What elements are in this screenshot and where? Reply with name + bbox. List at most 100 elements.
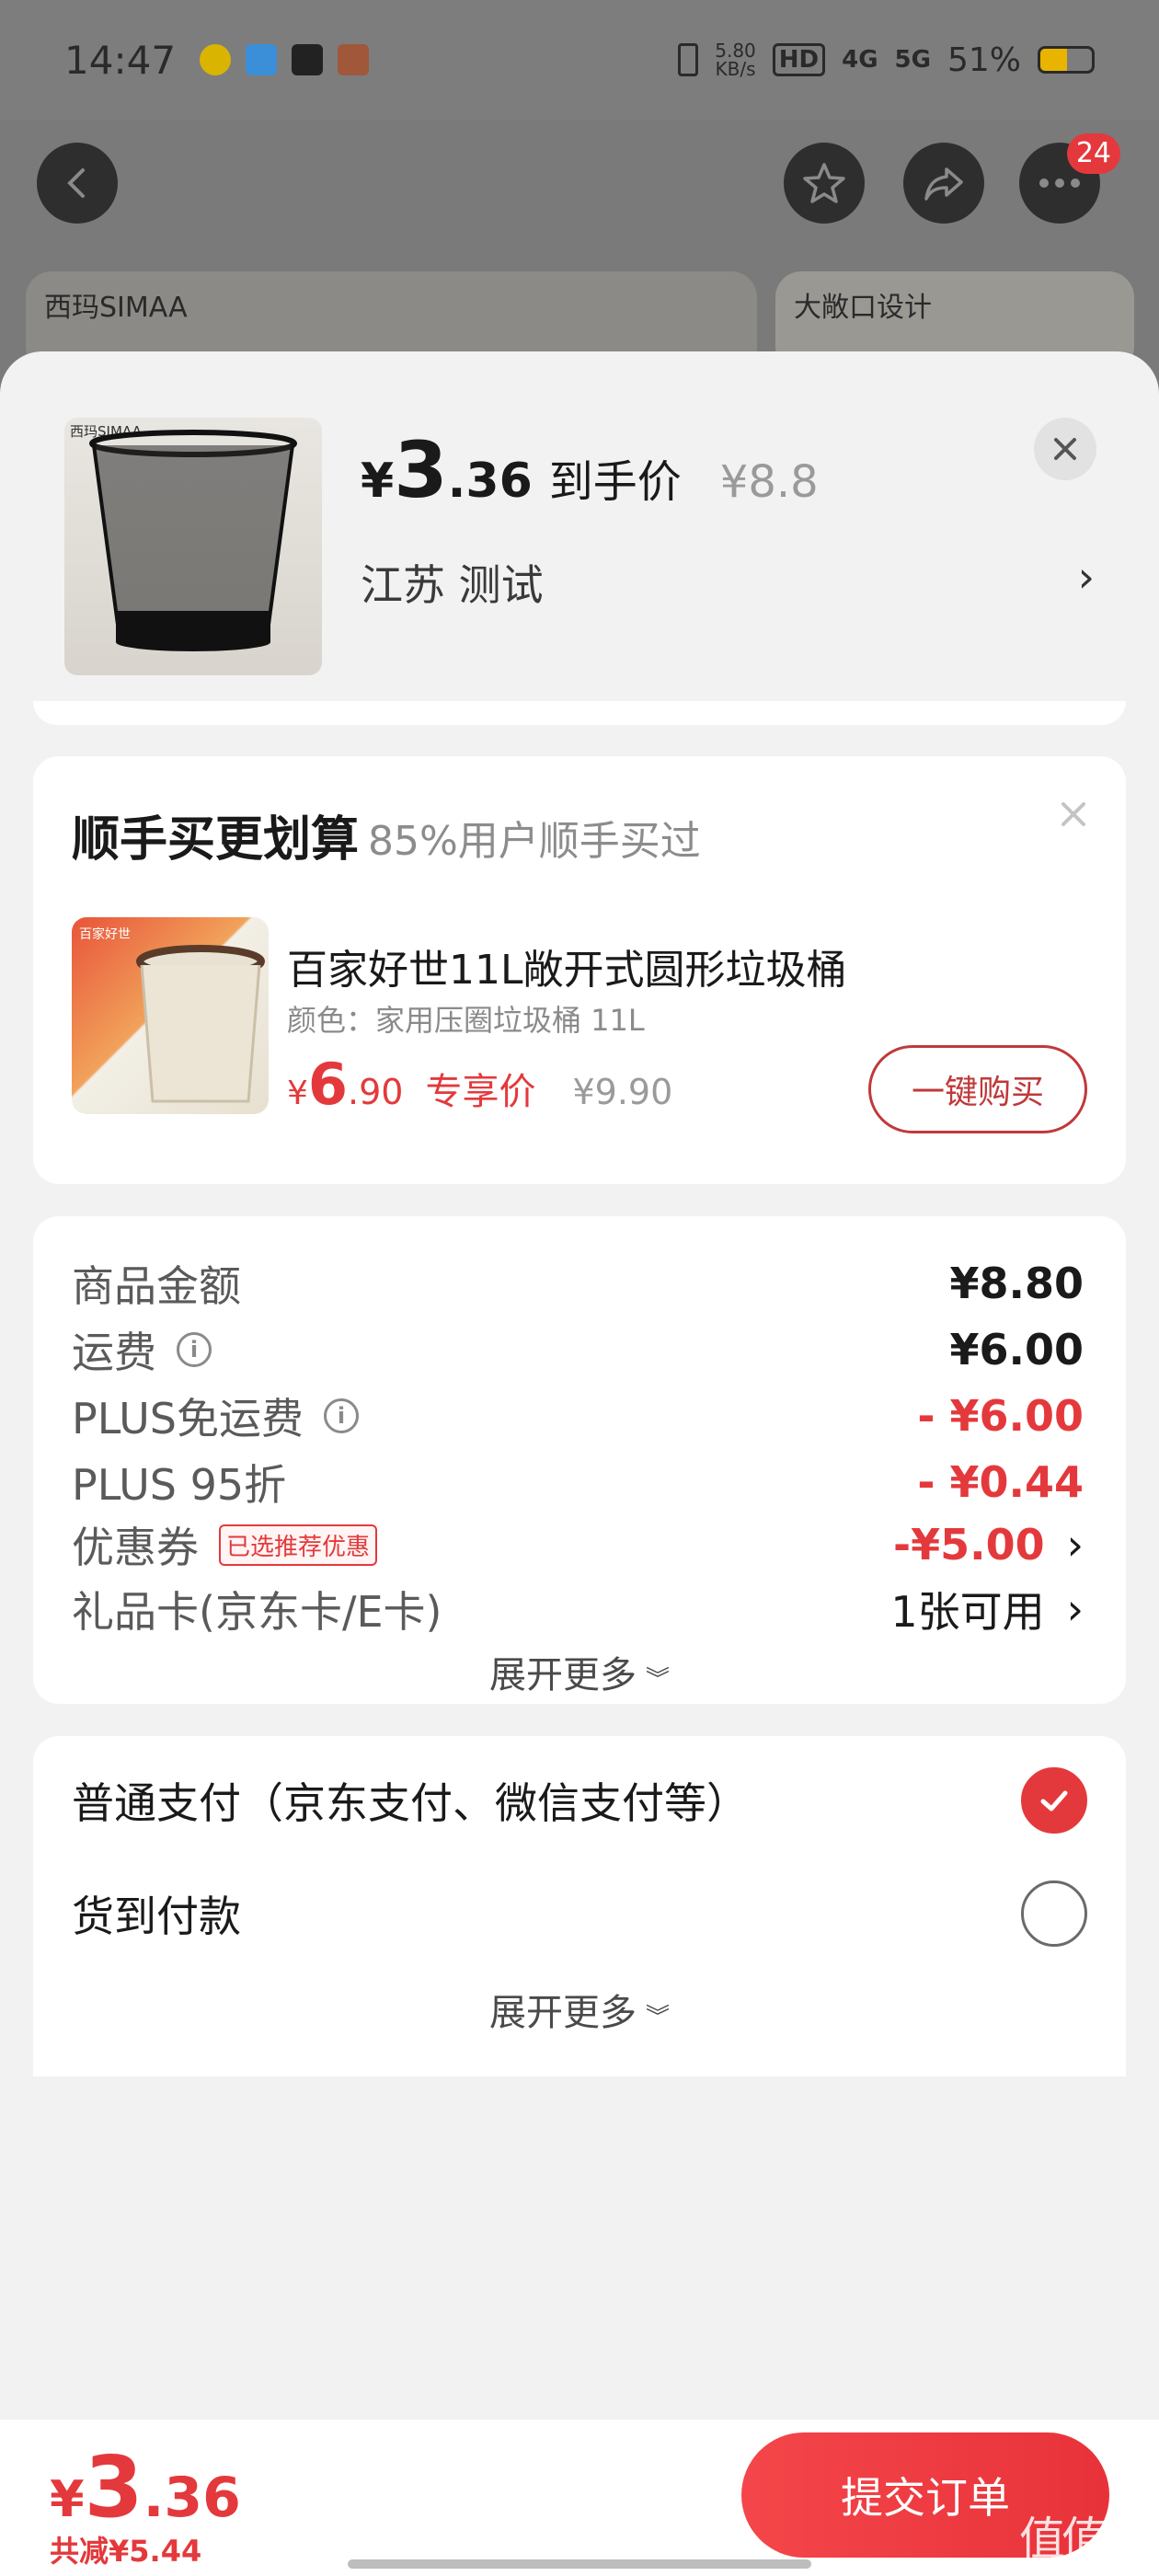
recommendation-title: 顺手买更划算 bbox=[72, 812, 360, 868]
payment-option-normal[interactable]: 普通支付（京东支付、微信支付等） bbox=[72, 1759, 1087, 1842]
more-button[interactable]: 24 bbox=[1019, 133, 1120, 224]
gift-card-value: 1张可用 bbox=[890, 1587, 1045, 1637]
star-icon bbox=[803, 163, 845, 203]
checkout-bottom-bar: ¥ 3 .36 共减¥5.44 提交订单 值值值 zhizhizhi.com bbox=[0, 2420, 1159, 2576]
subtotal-value: ¥8.80 bbox=[949, 1259, 1084, 1308]
product-price: ¥ 3 .36 到手价 ¥8.8 bbox=[361, 429, 819, 512]
delivery-address[interactable]: 江苏 测试 bbox=[361, 552, 544, 613]
home-indicator[interactable] bbox=[348, 2559, 811, 2569]
payment-card-bottom: 展开更多 ︾ bbox=[33, 1966, 1126, 2076]
recommended-product-thumbnail[interactable]: 百家好世 bbox=[72, 917, 269, 1114]
coupon-selected-badge: 已选推荐优惠 bbox=[219, 1524, 378, 1566]
net-speed: 5.80 KB/s bbox=[715, 41, 756, 78]
trash-bin-image bbox=[89, 430, 297, 651]
hd-icon: HD bbox=[772, 43, 826, 76]
amount-row-coupon[interactable]: 优惠券 已选推荐优惠 -¥5.00 › bbox=[72, 1512, 1084, 1577]
battery-percent: 51% bbox=[947, 40, 1021, 79]
payment-option-cod[interactable]: 货到付款 bbox=[72, 1872, 1087, 1955]
signal-4g-icon: 4G bbox=[842, 46, 878, 74]
gift-card-label: 礼品卡(京东卡/E卡) bbox=[72, 1587, 442, 1637]
price-decimal: .36 bbox=[447, 454, 533, 509]
recommended-product-variant: 颜色：家用压圈垃圾桶 11L bbox=[287, 1003, 645, 1038]
notification-icons bbox=[200, 44, 370, 75]
price-decimal: .90 bbox=[348, 1072, 404, 1112]
radio-checked-icon[interactable] bbox=[1021, 1767, 1087, 1834]
payment-option-label: 货到付款 bbox=[72, 1892, 241, 1941]
amount-row-plus-free-shipping: PLUS免运费 i - ¥6.00 bbox=[72, 1384, 1084, 1448]
subtotal-label: 商品金额 bbox=[72, 1261, 241, 1311]
original-price: ¥8.8 bbox=[719, 456, 819, 508]
recommended-original-price: ¥9.90 bbox=[572, 1072, 673, 1112]
radio-unchecked-icon[interactable] bbox=[1021, 1880, 1087, 1947]
payment-option-label: 普通支付（京东支付、微信支付等） bbox=[72, 1778, 749, 1828]
watermark-url: zhizhizhi.com bbox=[1042, 2554, 1142, 2571]
coupon-label-group: 优惠券 已选推荐优惠 bbox=[72, 1514, 378, 1575]
amount-row-plus-discount: PLUS 95折 - ¥0.44 bbox=[72, 1450, 1084, 1514]
cart-badge: 24 bbox=[1066, 133, 1120, 174]
back-arrow-icon bbox=[67, 168, 85, 198]
one-click-buy-button[interactable]: 一键购买 bbox=[868, 1045, 1087, 1133]
round-bin-image bbox=[136, 945, 265, 1103]
total-saved[interactable]: 共减¥5.44 bbox=[50, 2528, 201, 2570]
recommended-product-price: ¥ 6 .90 专享价 ¥9.90 bbox=[287, 1051, 672, 1118]
exclusive-price-tag: 专享价 bbox=[425, 1071, 536, 1113]
close-button[interactable] bbox=[1034, 418, 1096, 480]
back-button[interactable] bbox=[37, 143, 118, 224]
shipping-value: ¥6.00 bbox=[949, 1325, 1084, 1374]
share-icon bbox=[924, 167, 963, 201]
amount-row-gift-card[interactable]: 礼品卡(京东卡/E卡) 1张可用 › bbox=[72, 1577, 1084, 1641]
currency-symbol: ¥ bbox=[50, 2470, 85, 2528]
add-on-recommendation-card: 顺手买更划算 85%用户顺手买过 百家好世 百家好世11L敞开式圆形垃圾桶 颜色… bbox=[33, 756, 1126, 1184]
info-icon[interactable]: i bbox=[323, 1398, 359, 1433]
amount-row-shipping: 运费 i ¥6.00 bbox=[72, 1317, 1084, 1382]
more-dots-icon bbox=[1039, 178, 1080, 188]
total-price: ¥ 3 .36 bbox=[50, 2438, 241, 2536]
chevron-right-icon: › bbox=[1066, 1584, 1084, 1634]
currency-symbol: ¥ bbox=[361, 454, 395, 509]
price-integer: 6 bbox=[307, 1051, 349, 1118]
header-card-edge bbox=[33, 701, 1126, 725]
coupon-label: 优惠券 bbox=[72, 1523, 199, 1572]
square-app-icon bbox=[292, 44, 324, 75]
info-icon[interactable]: i bbox=[177, 1332, 212, 1367]
shipping-label-group: 运费 i bbox=[72, 1319, 212, 1380]
status-time: 14:47 bbox=[64, 37, 177, 83]
order-amount-card: 商品金额 ¥8.80 运费 i ¥6.00 PLUS免运费 i - ¥6.00 … bbox=[33, 1216, 1126, 1704]
recommendation-close-icon[interactable] bbox=[1058, 799, 1089, 834]
status-right: 5.80 KB/s HD 4G 5G 51% bbox=[678, 41, 1095, 79]
expand-label: 展开更多 bbox=[488, 1654, 637, 1696]
price-integer: 3 bbox=[394, 425, 448, 515]
total-decimal: .36 bbox=[143, 2466, 241, 2530]
battery-icon bbox=[1038, 46, 1095, 74]
recommended-product-name[interactable]: 百家好世11L敞开式圆形垃圾桶 bbox=[287, 937, 847, 995]
currency-symbol: ¥ bbox=[287, 1075, 308, 1112]
plus-free-shipping-label-group: PLUS免运费 i bbox=[72, 1386, 359, 1446]
coupon-value: -¥5.00 bbox=[893, 1520, 1045, 1570]
browser-app-icon bbox=[246, 44, 278, 75]
net-speed-unit: KB/s bbox=[715, 58, 756, 80]
expand-more-payment[interactable]: 展开更多 ︾ bbox=[33, 1983, 1126, 2036]
plus-discount-label: PLUS 95折 bbox=[72, 1460, 287, 1510]
recommendation-subtitle: 85%用户顺手买过 bbox=[368, 818, 701, 865]
plus-free-shipping-label: PLUS免运费 bbox=[72, 1394, 304, 1443]
close-icon bbox=[1054, 438, 1076, 460]
nav-bar: 24 bbox=[0, 133, 1159, 230]
battery-fill bbox=[1040, 49, 1067, 71]
product-header: 西玛SIMAA ¥ 3 .36 到手价 ¥8.8 江苏 测试 › bbox=[0, 351, 1159, 719]
status-bar: 14:47 5.80 KB/s HD 4G 5G 51% bbox=[0, 0, 1159, 120]
background-brand-text: 西玛SIMAA bbox=[44, 292, 188, 324]
amount-row-subtotal: 商品金额 ¥8.80 bbox=[72, 1251, 1084, 1316]
product-thumbnail: 西玛SIMAA bbox=[64, 418, 322, 675]
favorite-button[interactable] bbox=[784, 143, 865, 224]
share-button[interactable] bbox=[903, 143, 984, 224]
gift-card-value-group: 1张可用 › bbox=[890, 1579, 1084, 1639]
payment-method-card: 普通支付（京东支付、微信支付等） 货到付款 bbox=[33, 1736, 1126, 1966]
plus-free-shipping-value: - ¥6.00 bbox=[917, 1391, 1084, 1441]
signal-5g-icon: 5G bbox=[894, 46, 931, 74]
coupon-value-group: -¥5.00 › bbox=[893, 1520, 1084, 1570]
chevron-right-icon[interactable]: › bbox=[1078, 552, 1095, 602]
chevron-down-icon: ︾ bbox=[645, 1666, 670, 1694]
checkout-sheet: 西玛SIMAA ¥ 3 .36 到手价 ¥8.8 江苏 测试 › 顺手买更划算 … bbox=[0, 351, 1159, 2576]
expand-more-amounts[interactable]: 展开更多 ︾ bbox=[33, 1645, 1126, 1698]
chevron-right-icon: › bbox=[1066, 1520, 1084, 1570]
